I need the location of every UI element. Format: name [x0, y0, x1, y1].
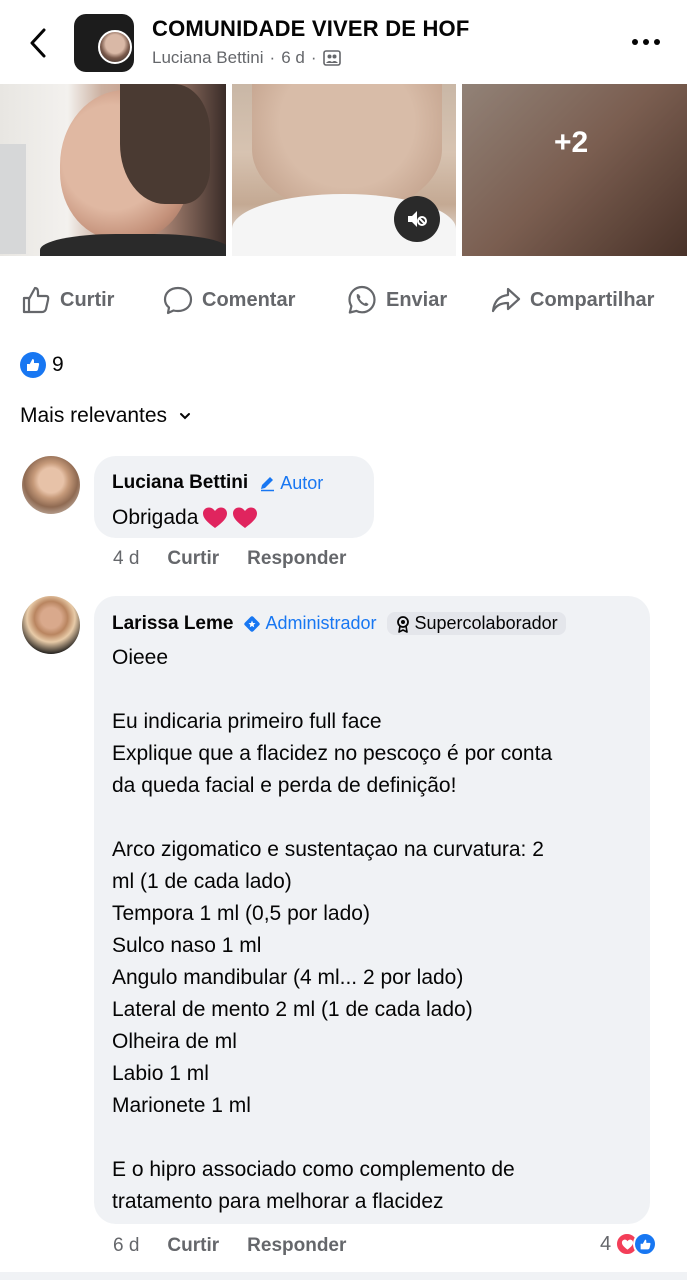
comment-meta: 6 d Curtir Responder [113, 1235, 374, 1257]
comment-like-button[interactable]: Curtir [167, 548, 219, 570]
share-button[interactable]: Compartilhar [490, 284, 654, 316]
post-author[interactable]: Luciana Bettini [152, 48, 264, 68]
whatsapp-icon [348, 285, 376, 314]
commenter-name[interactable]: Luciana Bettini [112, 472, 248, 494]
admin-badge: Administrador [243, 613, 377, 634]
comment-reactions[interactable]: 4 [600, 1232, 658, 1256]
comment-meta: 4 d Curtir Responder [113, 548, 374, 570]
avatar[interactable] [22, 596, 80, 654]
comment-text: Obrigada [112, 502, 632, 534]
divider [0, 1272, 687, 1280]
share-arrow-icon [491, 287, 521, 313]
comment-bubble-icon [163, 286, 193, 315]
badge-label: Supercolaborador [414, 613, 558, 633]
group-members-icon [322, 50, 341, 66]
mute-icon[interactable] [394, 196, 440, 242]
send-button[interactable]: Enviar [346, 284, 447, 316]
like-button[interactable]: Curtir [20, 284, 114, 316]
like-label: Curtir [60, 288, 115, 311]
supercontributor-badge[interactable]: Supercolaborador [386, 612, 566, 635]
post-subtitle: Luciana Bettini · 6 d · [152, 48, 341, 68]
comment-reply-button[interactable]: Responder [247, 548, 346, 570]
comment-time[interactable]: 6 d [113, 1235, 139, 1257]
avatar[interactable] [22, 456, 80, 514]
group-avatar[interactable] [74, 14, 134, 72]
comment-label: Comentar [202, 288, 296, 311]
reaction-summary[interactable]: 9 [20, 352, 64, 378]
award-ribbon-icon [396, 615, 409, 633]
heart-icon [202, 506, 228, 530]
send-label: Enviar [386, 288, 448, 311]
more-horizontal-icon[interactable] [632, 30, 664, 54]
comment-reaction-count: 4 [600, 1232, 612, 1255]
post-photo-3[interactable]: +2 [462, 84, 687, 256]
chevron-left-icon[interactable] [24, 26, 54, 60]
like-reaction-icon [633, 1232, 658, 1256]
admin-shield-icon [244, 615, 261, 632]
comment-sort-dropdown[interactable]: Mais relevantes [20, 404, 191, 428]
sort-label: Mais relevantes [20, 404, 168, 427]
role-label: Administrador [265, 613, 377, 633]
comment-text: Oieee Eu indicaria primeiro full face Ex… [112, 646, 553, 1213]
comment-bubble: Larissa Leme Administrador Supercolabora… [94, 596, 650, 1224]
thumbs-up-icon [22, 286, 50, 314]
author-badge: Autor [258, 473, 323, 494]
reaction-count: 9 [52, 353, 64, 376]
commenter-name[interactable]: Larissa Leme [112, 613, 233, 635]
comment-button[interactable]: Comentar [162, 284, 295, 316]
role-label: Autor [280, 472, 324, 493]
separator: · [269, 48, 276, 67]
share-label: Compartilhar [530, 288, 655, 311]
comment-bubble: Luciana Bettini Autor Obrigada [94, 456, 374, 538]
post-photo-1[interactable] [0, 84, 226, 256]
post-action-bar: Curtir Comentar Enviar Compartilhar [0, 276, 687, 326]
comment-time[interactable]: 4 d [113, 548, 139, 570]
heart-icon [232, 506, 258, 530]
pencil-icon [261, 477, 275, 492]
post-video-2[interactable] [232, 84, 456, 256]
comment-header: Luciana Bettini Autor [112, 472, 323, 494]
separator: · [310, 48, 317, 67]
comment-reply-button[interactable]: Responder [247, 1235, 346, 1257]
extra-photos-count: +2 [554, 126, 589, 159]
post-time[interactable]: 6 d [281, 48, 305, 68]
chevron-down-icon [180, 413, 191, 420]
comment-header: Larissa Leme Administrador Supercolabora… [112, 612, 566, 635]
post-header: COMUNIDADE VIVER DE HOF Luciana Bettini … [0, 0, 687, 84]
photo-grid: +2 [0, 84, 687, 256]
author-avatar-thumb [98, 30, 132, 64]
comment-like-button[interactable]: Curtir [167, 1235, 219, 1257]
group-name[interactable]: COMUNIDADE VIVER DE HOF [152, 16, 470, 42]
like-reaction-icon [20, 352, 46, 378]
